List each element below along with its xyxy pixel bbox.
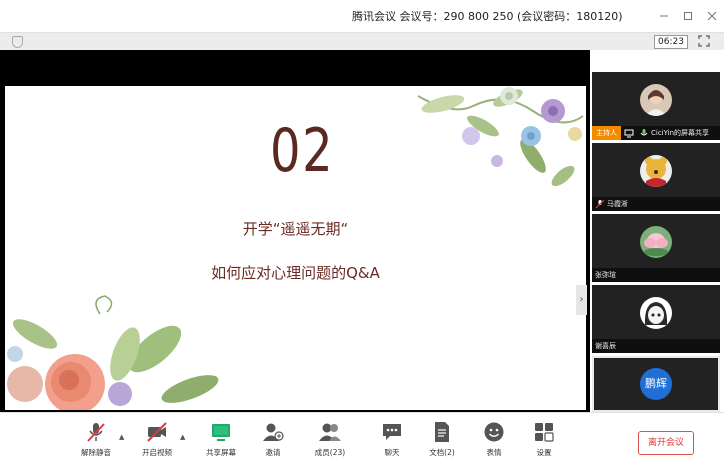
- microphone-icon: [640, 129, 648, 136]
- start-video-button[interactable]: 开启视频: [135, 421, 179, 458]
- participant-name: 谢喜辰: [595, 342, 616, 350]
- minimize-button[interactable]: [652, 0, 676, 32]
- invite-button[interactable]: 邀请: [251, 421, 295, 458]
- close-icon: [707, 11, 717, 21]
- shield-icon[interactable]: [12, 36, 23, 48]
- floral-decoration-bottom-left: [7, 295, 219, 410]
- settings-button[interactable]: 设置: [522, 421, 566, 458]
- avatar: [640, 155, 672, 187]
- meeting-toolbar: 解除静音 ▲ 开启视频 ▲ 共享屏幕 邀请 成员(23) 聊天 文档(2) 表情…: [0, 412, 724, 471]
- participant-tile[interactable]: 鹏辉: [592, 356, 720, 412]
- participant-name: 张弥瑄: [595, 271, 616, 279]
- start-video-label: 开启视频: [142, 448, 172, 457]
- avatar: [640, 297, 672, 329]
- documents-label: 文档(2): [429, 448, 455, 457]
- chat-label: 聊天: [384, 448, 400, 457]
- reactions-button[interactable]: 表情: [472, 421, 516, 458]
- participant-tile[interactable]: 主持人 CiciYin的屏幕共享: [592, 72, 720, 140]
- emoji-icon: [484, 422, 504, 442]
- host-badge: 主持人: [592, 126, 621, 140]
- settings-label: 设置: [536, 448, 552, 457]
- maximize-button[interactable]: [676, 0, 700, 32]
- reactions-label: 表情: [486, 448, 502, 457]
- participant-name: CiciYin的屏幕共享: [651, 129, 710, 137]
- video-options-caret-icon[interactable]: ▲: [180, 433, 185, 441]
- avatar: 鹏辉: [640, 368, 672, 400]
- add-user-icon: [263, 423, 284, 441]
- avatar: [640, 84, 672, 116]
- participant-tile[interactable]: 马霞淅: [592, 143, 720, 211]
- participant-name: 马霞淅: [607, 200, 628, 208]
- participant-name-bar: 主持人 CiciYin的屏幕共享: [592, 126, 720, 140]
- audio-options-caret-icon[interactable]: ▲: [119, 433, 124, 441]
- meeting-timer: 06:23: [654, 35, 688, 49]
- microphone-muted-icon: [595, 199, 605, 209]
- meeting-window: 腾讯会议 会议号：290 800 250 (会议密码：180120) 06:23: [0, 0, 724, 471]
- share-screen-icon: [212, 424, 230, 441]
- members-label: 成员(23): [314, 448, 346, 457]
- unmute-label: 解除静音: [81, 448, 111, 457]
- title-bar: 腾讯会议 会议号：290 800 250 (会议密码：180120): [0, 0, 724, 32]
- invite-label: 邀请: [265, 448, 281, 457]
- slide-subheading: 如何应对心理问题的Q&A: [211, 264, 380, 282]
- share-screen-label: 共享屏幕: [206, 448, 236, 457]
- collapse-panel-button[interactable]: ›: [576, 285, 587, 315]
- floral-decoration-top-right: [417, 87, 584, 187]
- fullscreen-icon[interactable]: [697, 35, 711, 49]
- participant-name-bar: 张弥瑄: [592, 268, 720, 282]
- participants-panel: 主持人 CiciYin的屏幕共享 马霞淅 张弥瑄 谢喜辰 鹏辉: [590, 50, 724, 412]
- close-button[interactable]: [700, 0, 724, 32]
- info-bar: 06:23: [0, 32, 724, 50]
- document-icon: [435, 422, 449, 442]
- shared-screen: 02 开学“遥遥无期“ 如何应对心理问题的Q&A ›: [0, 50, 590, 412]
- chat-icon: [383, 424, 401, 440]
- participant-tile[interactable]: 张弥瑄: [592, 214, 720, 282]
- window-controls: [652, 0, 724, 32]
- meeting-title: 腾讯会议 会议号：290 800 250 (会议密码：180120): [352, 10, 623, 23]
- unmute-button[interactable]: 解除静音: [74, 421, 118, 458]
- participant-name-bar: 谢喜辰: [592, 339, 720, 353]
- leave-meeting-button[interactable]: 离开会议: [638, 431, 694, 455]
- participant-name-bar: 马霞淅: [592, 197, 720, 211]
- participant-tile[interactable]: 谢喜辰: [592, 285, 720, 353]
- share-screen-button[interactable]: 共享屏幕: [199, 421, 243, 458]
- slide-heading: 开学“遥遥无期“: [242, 220, 349, 238]
- minimize-icon: [660, 15, 668, 17]
- presentation-slide: 02 开学“遥遥无期“ 如何应对心理问题的Q&A: [5, 86, 586, 410]
- microphone-muted-icon: [87, 423, 105, 442]
- settings-grid-icon: [535, 423, 554, 442]
- documents-button[interactable]: 文档(2): [420, 421, 464, 458]
- video-off-icon: [147, 422, 167, 442]
- screen-share-icon: [624, 129, 634, 138]
- chat-button[interactable]: 聊天: [370, 421, 414, 458]
- slide-section-number: 02: [270, 116, 335, 186]
- members-button[interactable]: 成员(23): [308, 421, 352, 458]
- members-icon: [319, 423, 341, 441]
- avatar: [640, 226, 672, 258]
- maximize-icon: [684, 12, 692, 20]
